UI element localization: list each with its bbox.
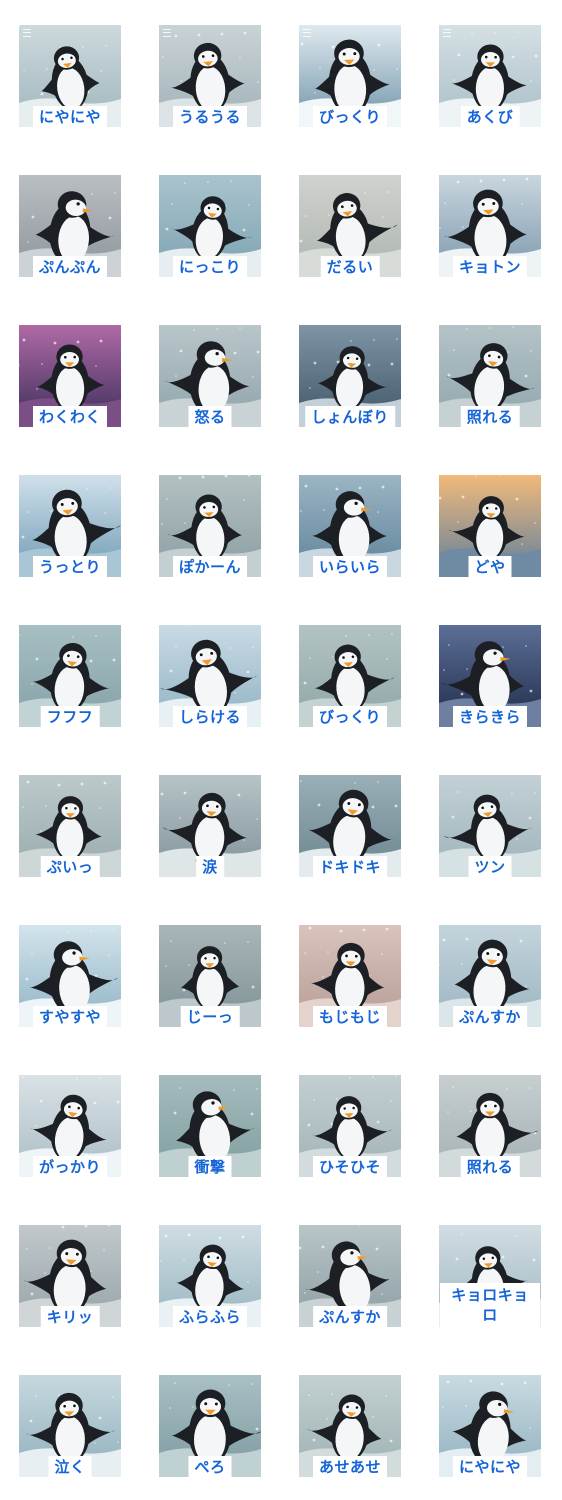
sticker-label: だるい — [320, 256, 380, 277]
sticker-item[interactable]: びっくり — [299, 625, 401, 727]
sticker-label: 怒る — [188, 406, 232, 427]
sticker-item[interactable]: しょんぼり — [299, 325, 401, 427]
sticker-label: ぺろ — [188, 1456, 232, 1477]
sticker-label: すやすや — [32, 1006, 108, 1027]
sticker-item[interactable]: ぷんすか — [439, 925, 541, 1027]
sticker-label: 泣く — [48, 1456, 92, 1477]
sticker-item[interactable]: にっこり — [159, 175, 261, 277]
sticker-item[interactable]: じーっ — [159, 925, 261, 1027]
sticker-label: もじもじ — [312, 1006, 388, 1027]
sticker-label: いらいら — [312, 556, 388, 577]
sticker-label: うるうる — [172, 106, 248, 127]
sticker-item[interactable]: 泣く — [19, 1375, 121, 1477]
sticker-label: フフフ — [40, 706, 100, 727]
sticker-label: ふらふら — [172, 1306, 248, 1327]
sticker-label: あくび — [460, 106, 520, 127]
sticker-item[interactable]: ぷんすか — [299, 1225, 401, 1327]
sticker-item[interactable]: 涙 — [159, 775, 261, 877]
sticker-item[interactable]: もじもじ — [299, 925, 401, 1027]
sticker-label: キョロキョロ — [440, 1283, 540, 1327]
sticker-label: びっくり — [312, 106, 388, 127]
sticker-item[interactable]: すやすや — [19, 925, 121, 1027]
sticker-label: 照れる — [460, 406, 520, 427]
sticker-label: ぷんぷん — [32, 256, 108, 277]
sticker-label: しょんぼり — [305, 406, 395, 427]
sticker-label: あせあせ — [312, 1456, 388, 1477]
menu-icon — [303, 29, 311, 37]
sticker-label: キョトン — [452, 256, 528, 277]
sticker-label: ひそひそ — [312, 1156, 388, 1177]
sticker-item[interactable]: ドキドキ — [299, 775, 401, 877]
sticker-item[interactable]: びっくり — [299, 25, 401, 127]
sticker-label: じーっ — [180, 1006, 240, 1027]
sticker-item[interactable]: 照れる — [439, 325, 541, 427]
sticker-item[interactable]: 衝撃 — [159, 1075, 261, 1177]
sticker-item[interactable]: 照れる — [439, 1075, 541, 1177]
sticker-label: がっかり — [32, 1156, 108, 1177]
menu-icon — [163, 29, 171, 37]
sticker-label: どや — [468, 556, 512, 577]
sticker-item[interactable]: あせあせ — [299, 1375, 401, 1477]
sticker-label: しらける — [172, 706, 248, 727]
sticker-label: 涙 — [196, 856, 224, 877]
sticker-item[interactable]: がっかり — [19, 1075, 121, 1177]
sticker-item[interactable]: あくび — [439, 25, 541, 127]
sticker-label: 衝撃 — [188, 1156, 232, 1177]
sticker-item[interactable]: きらきら — [439, 625, 541, 727]
sticker-label: ぷんすか — [313, 1306, 387, 1327]
sticker-label: わくわく — [32, 406, 108, 427]
sticker-item[interactable]: キョトン — [439, 175, 541, 277]
sticker-label: ドキドキ — [312, 856, 388, 877]
sticker-item[interactable]: ぷいっ — [19, 775, 121, 877]
sticker-item[interactable]: だるい — [299, 175, 401, 277]
sticker-label: ツン — [468, 856, 512, 877]
sticker-item[interactable]: どや — [439, 475, 541, 577]
sticker-grid: にやにや うるうる びっくり あくび ぷんぷん にっこり だるい キョトン わく… — [0, 0, 562, 1500]
sticker-label: 照れる — [460, 1156, 520, 1177]
sticker-label: きらきら — [452, 706, 528, 727]
sticker-label: ぽかーん — [172, 556, 248, 577]
sticker-label: にっこり — [172, 256, 248, 277]
sticker-label: うっとり — [32, 556, 108, 577]
sticker-item[interactable]: わくわく — [19, 325, 121, 427]
sticker-item[interactable]: キリッ — [19, 1225, 121, 1327]
sticker-label: ぷいっ — [40, 856, 100, 877]
sticker-item[interactable]: いらいら — [299, 475, 401, 577]
sticker-label: にやにや — [452, 1456, 528, 1477]
sticker-item[interactable]: ツン — [439, 775, 541, 877]
menu-icon — [443, 29, 451, 37]
sticker-label: キリッ — [40, 1306, 100, 1327]
sticker-label: びっくり — [312, 706, 388, 727]
sticker-item[interactable]: うるうる — [159, 25, 261, 127]
sticker-item[interactable]: うっとり — [19, 475, 121, 577]
sticker-label: ぷんすか — [453, 1006, 527, 1027]
sticker-item[interactable]: ひそひそ — [299, 1075, 401, 1177]
sticker-item[interactable]: 怒る — [159, 325, 261, 427]
sticker-item[interactable]: にやにや — [439, 1375, 541, 1477]
menu-icon — [23, 29, 31, 37]
sticker-item[interactable]: ふらふら — [159, 1225, 261, 1327]
sticker-item[interactable]: フフフ — [19, 625, 121, 727]
sticker-label: にやにや — [32, 106, 108, 127]
sticker-item[interactable]: キョロキョロ — [439, 1225, 541, 1327]
sticker-item[interactable]: にやにや — [19, 25, 121, 127]
sticker-item[interactable]: ぺろ — [159, 1375, 261, 1477]
sticker-item[interactable]: しらける — [159, 625, 261, 727]
sticker-item[interactable]: ぷんぷん — [19, 175, 121, 277]
sticker-item[interactable]: ぽかーん — [159, 475, 261, 577]
